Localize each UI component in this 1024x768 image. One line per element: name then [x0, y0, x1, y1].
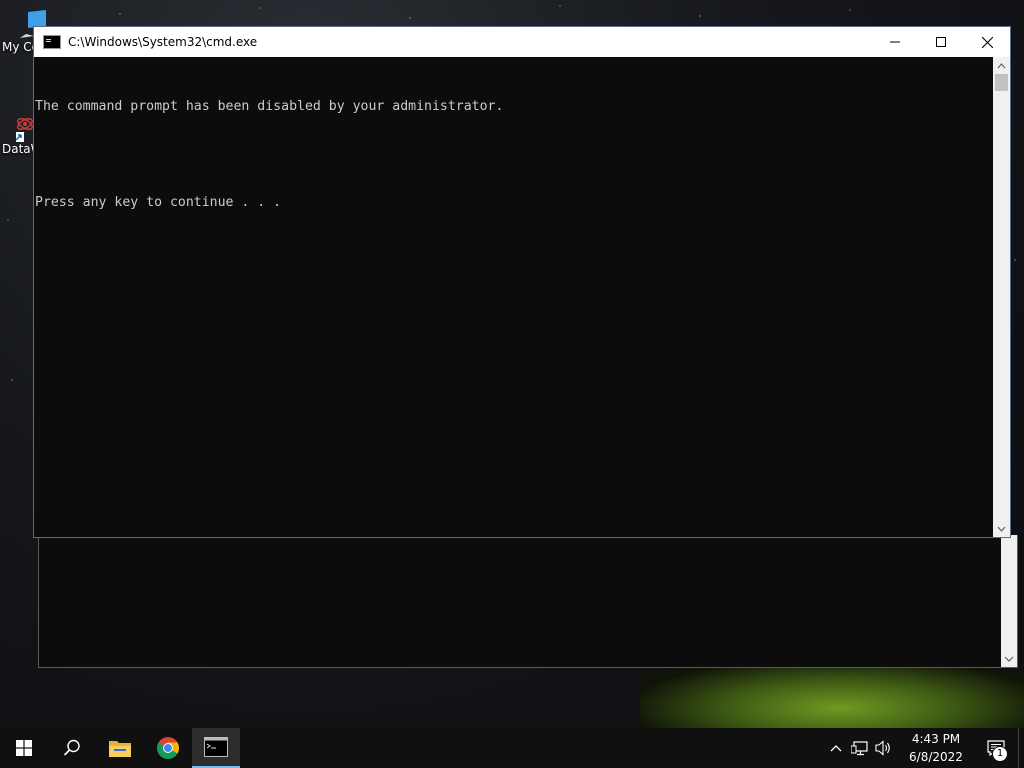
network-button[interactable]: [848, 728, 872, 768]
window-title: C:\Windows\System32\cmd.exe: [68, 35, 258, 49]
search-icon: [63, 739, 80, 756]
console-line: The command prompt has been disabled by …: [35, 99, 504, 114]
chrome-button[interactable]: [144, 728, 192, 768]
vertical-scrollbar[interactable]: [993, 57, 1010, 537]
notification-count-badge: 1: [992, 746, 1008, 762]
volume-button[interactable]: [872, 728, 896, 768]
close-button[interactable]: [964, 27, 1010, 57]
cmd-icon: [204, 737, 228, 757]
background-console-window[interactable]: [38, 535, 1018, 668]
action-center-button[interactable]: 1: [976, 728, 1016, 768]
clock-time: 4:43 PM: [911, 732, 961, 746]
chrome-icon: [157, 737, 179, 759]
chevron-up-icon[interactable]: [993, 57, 1010, 74]
show-hidden-icons-button[interactable]: [824, 728, 848, 768]
cmd-window[interactable]: C:\Windows\System32\cmd.exe The command …: [33, 26, 1011, 538]
start-button[interactable]: [0, 728, 48, 768]
taskbar: 4:43 PM 6/8/2022 1: [0, 728, 1024, 768]
scrollbar-thumb[interactable]: [995, 74, 1008, 91]
console-output[interactable]: The command prompt has been disabled by …: [34, 57, 993, 537]
console-line: Press any key to continue . . .: [35, 195, 282, 210]
cmd-taskbar-button[interactable]: [192, 728, 240, 768]
chevron-down-icon[interactable]: [993, 520, 1010, 537]
title-bar[interactable]: C:\Windows\System32\cmd.exe: [34, 27, 1010, 57]
file-explorer-icon: [109, 741, 131, 757]
minimize-button[interactable]: [872, 27, 918, 57]
search-button[interactable]: [48, 728, 96, 768]
clock-date: 6/8/2022: [909, 750, 963, 764]
maximize-button[interactable]: [918, 27, 964, 57]
chevron-up-icon: [830, 745, 842, 752]
background-scrollbar[interactable]: [1001, 535, 1017, 667]
start-icon: [16, 740, 32, 756]
taskbar-clock[interactable]: 4:43 PM 6/8/2022: [896, 730, 976, 766]
network-icon: [851, 741, 868, 756]
show-desktop-button[interactable]: [1018, 728, 1024, 768]
system-tray: 4:43 PM 6/8/2022 1: [824, 728, 1024, 768]
file-explorer-button[interactable]: [96, 728, 144, 768]
chevron-down-icon[interactable]: [1004, 654, 1014, 665]
speaker-icon: [875, 740, 890, 756]
wallpaper-hill: [640, 660, 1024, 728]
cmd-icon: [43, 35, 61, 49]
